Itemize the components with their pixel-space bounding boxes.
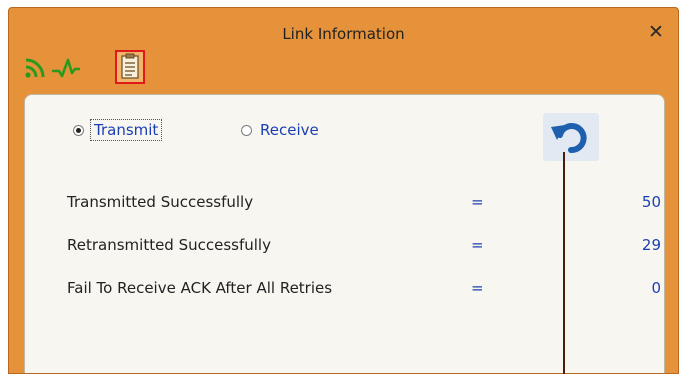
stat-equals: = [471,236,484,254]
window-title: Link Information [282,25,405,43]
link-information-window: Link Information ✕ Transmit Receive Tran… [8,7,679,374]
undo-refresh-icon [551,123,587,153]
stat-equals: = [471,279,484,297]
link-info-panel: Transmit Receive Transmitted Successfull… [24,94,665,373]
statistics-wave-icon[interactable] [52,55,80,81]
stat-label: Fail To Receive ACK After All Retries [67,279,333,297]
signal-icon[interactable] [22,55,48,81]
stat-value: 0 [651,279,661,297]
stat-equals: = [471,193,484,211]
radio-transmit[interactable]: Transmit [73,119,163,141]
stat-row-transmitted: Transmitted Successfully = 50 [67,193,661,215]
radio-receive-label[interactable]: Receive [260,121,319,139]
radio-transmit-indicator[interactable] [73,124,84,136]
close-button[interactable]: ✕ [646,22,666,42]
stat-value: 29 [641,236,661,254]
radio-receive-indicator[interactable] [241,124,252,136]
stat-row-retransmitted: Retransmitted Successfully = 29 [67,236,661,258]
radio-receive[interactable]: Receive [241,121,319,139]
stat-label: Transmitted Successfully [67,193,254,211]
stat-row-fail-ack: Fail To Receive ACK After All Retries = … [67,279,661,301]
stat-label: Retransmitted Successfully [67,236,271,254]
annotation-pointer-line [563,152,565,374]
document-list-icon[interactable] [115,50,145,84]
title-bar: Link Information ✕ [9,8,678,88]
radio-transmit-label[interactable]: Transmit [89,119,163,141]
refresh-button[interactable] [543,113,599,161]
stat-value: 50 [641,193,661,211]
